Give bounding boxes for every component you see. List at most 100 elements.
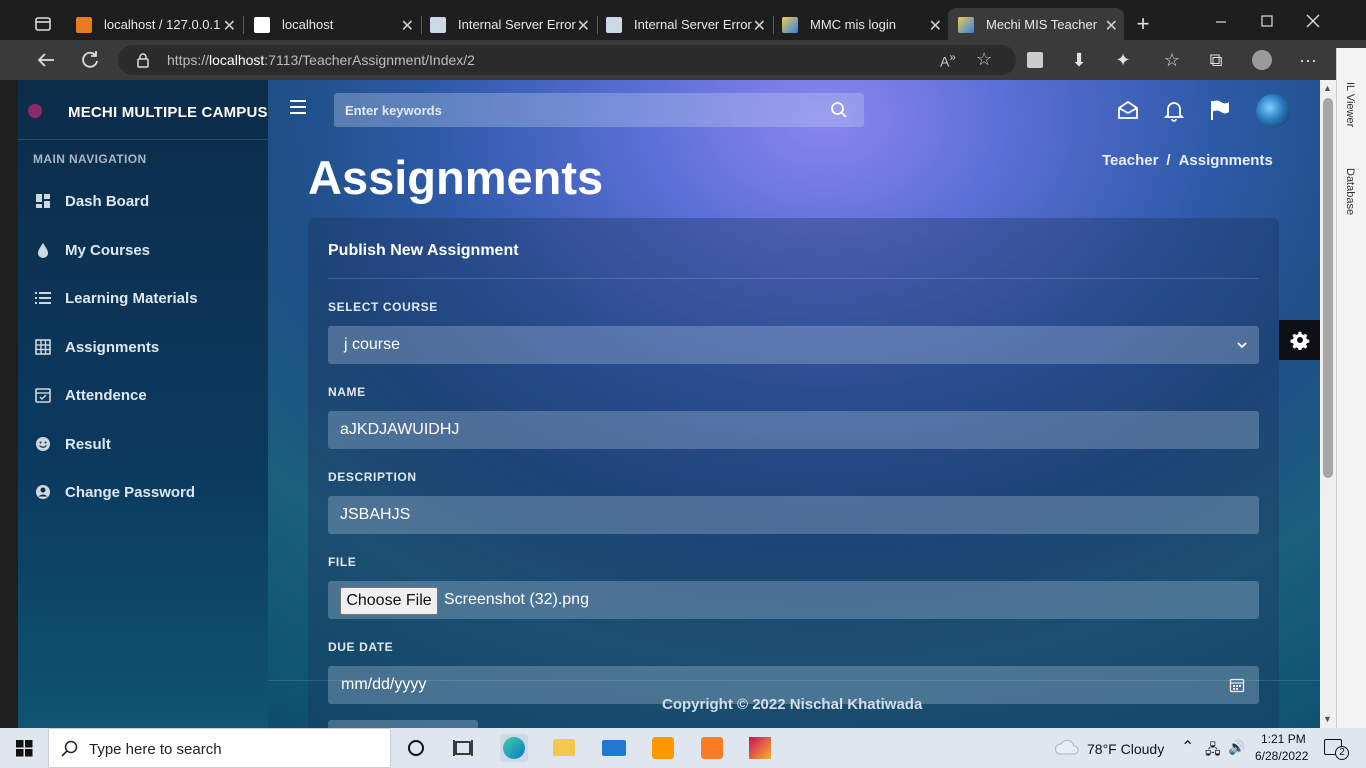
drop-icon	[33, 240, 53, 260]
page-title: Assignments	[308, 151, 604, 204]
extension-button[interactable]	[1023, 48, 1047, 72]
address-bar[interactable]: https://localhost:7113/TeacherAssignment…	[118, 45, 1016, 75]
nav-header: MAIN NAVIGATION	[33, 152, 147, 166]
browser-tab[interactable]: MMC mis login ✕	[772, 8, 948, 41]
mail-app-button[interactable]	[600, 734, 628, 762]
sidebar: MECHI MULTIPLE CAMPUS MAIN NAVIGATION Da…	[18, 80, 268, 728]
gear-icon	[1290, 331, 1309, 350]
phpmyadmin-favicon-icon	[76, 16, 92, 33]
profile-button[interactable]	[1250, 48, 1274, 72]
dashboard-icon	[33, 191, 53, 211]
add-favorite-icon[interactable]: ☆	[976, 49, 992, 70]
close-icon	[1306, 14, 1320, 28]
scroll-thumb[interactable]	[1323, 98, 1333, 478]
scroll-down-icon[interactable]: ▼	[1323, 714, 1332, 724]
calendar-check-icon	[33, 385, 53, 405]
settings-button[interactable]	[1279, 320, 1320, 360]
sidebar-item-label: Result	[65, 435, 111, 453]
brand: MECHI MULTIPLE CAMPUS	[18, 80, 268, 140]
sidebar-item-learning-materials[interactable]: Learning Materials	[33, 283, 263, 313]
file-explorer-button[interactable]	[550, 734, 578, 762]
xampp-icon	[701, 737, 723, 759]
browser-tab-title: Internal Server Error	[458, 17, 576, 32]
tab-close-icon[interactable]: ✕	[223, 16, 236, 36]
downloads-button[interactable]: ⬇	[1067, 48, 1091, 72]
reload-icon	[82, 51, 98, 68]
il-viewer-tab[interactable]: IL Viewer	[1344, 82, 1356, 127]
scroll-up-icon[interactable]: ▲	[1323, 83, 1332, 93]
document-favicon-icon	[430, 16, 446, 33]
rider-button[interactable]	[746, 734, 774, 762]
choose-file-button[interactable]: Choose File	[340, 587, 438, 615]
task-view-icon[interactable]	[450, 734, 478, 762]
more-button[interactable]: ···	[1296, 48, 1320, 72]
tab-close-icon[interactable]: ✕	[1105, 16, 1118, 36]
close-window-button[interactable]	[1298, 10, 1328, 38]
side-panel: IL Viewer Database	[1336, 48, 1366, 728]
sidebar-item-my-courses[interactable]: My Courses	[33, 235, 263, 265]
download-icon: ⬇	[1071, 50, 1087, 70]
minimize-icon	[1216, 21, 1226, 23]
weather-text[interactable]: 78°F Cloudy	[1087, 741, 1164, 757]
tab-close-icon[interactable]: ✕	[577, 16, 590, 36]
windows-start-icon[interactable]	[16, 740, 33, 757]
bell-icon[interactable]	[1162, 98, 1186, 122]
browser-tab[interactable]: localhost / 127.0.0.1 ✕	[66, 8, 242, 41]
submit-button[interactable]	[328, 720, 478, 728]
network-icon[interactable]: 🖧	[1205, 739, 1221, 763]
sidebar-item-assignments[interactable]: Assignments	[33, 332, 263, 362]
name-label: NAME	[328, 385, 366, 399]
reload-button[interactable]	[78, 48, 102, 72]
page-scrollbar[interactable]: ▲ ▼	[1320, 80, 1336, 728]
tab-actions-button[interactable]	[28, 10, 58, 38]
chevron-up-icon[interactable]: ⌃	[1181, 737, 1194, 757]
sidebar-item-change-password[interactable]: Change Password	[33, 477, 263, 507]
maximize-button[interactable]	[1252, 10, 1282, 38]
footer-divider	[268, 680, 1320, 681]
back-arrow-icon	[37, 53, 54, 67]
name-field[interactable]: aJKDJAWUIDHJ	[328, 411, 1259, 449]
extensions-button[interactable]: ✦	[1111, 48, 1135, 72]
mail-icon[interactable]	[1116, 98, 1140, 122]
description-field[interactable]: JSBAHJS	[328, 496, 1259, 534]
cortana-icon[interactable]	[402, 734, 430, 762]
browser-tab[interactable]: Internal Server Error ✕	[420, 8, 596, 41]
avatar[interactable]	[1256, 94, 1290, 128]
collections-button[interactable]: ⧉	[1204, 48, 1228, 72]
edge-taskbar-button[interactable]	[500, 734, 528, 762]
xampp-button[interactable]	[698, 734, 726, 762]
browser-tab-active[interactable]: Mechi MIS Teacher ✕	[948, 8, 1124, 41]
campus-logo-icon	[28, 104, 42, 118]
browser-tab[interactable]: localhost ✕	[244, 8, 420, 41]
tab-close-icon[interactable]: ✕	[929, 16, 942, 36]
breadcrumb-item-teacher[interactable]: Teacher	[1102, 152, 1158, 169]
sidebar-item-result[interactable]: Result	[33, 429, 263, 459]
volume-icon[interactable]: 🔊	[1228, 739, 1245, 756]
sublime-text-button[interactable]	[649, 734, 677, 762]
database-tab[interactable]: Database	[1344, 168, 1356, 215]
clock-time[interactable]: 1:21 PM	[1261, 732, 1306, 746]
read-aloud-icon[interactable]: A»	[940, 51, 956, 70]
breadcrumb: Teacher / Assignments	[1102, 152, 1273, 169]
list-icon	[33, 288, 53, 308]
favorites-button[interactable]: ☆	[1160, 48, 1184, 72]
browser-tab[interactable]: Internal Server Error ✕	[596, 8, 772, 41]
menu-toggle-button[interactable]	[290, 100, 306, 114]
course-select[interactable]: j course	[328, 326, 1259, 364]
flag-icon[interactable]	[1208, 98, 1232, 122]
due-date-label: DUE DATE	[328, 640, 394, 654]
notifications-icon[interactable]: 2	[1324, 739, 1349, 760]
more-icon: ···	[1299, 50, 1317, 70]
search-icon[interactable]	[830, 101, 848, 119]
minimize-button[interactable]	[1206, 10, 1236, 38]
sidebar-item-dashboard[interactable]: Dash Board	[33, 186, 263, 216]
back-button[interactable]	[34, 48, 58, 72]
tab-close-icon[interactable]: ✕	[401, 16, 414, 36]
browser-tab-title: localhost / 127.0.0.1	[104, 17, 221, 32]
sidebar-item-attendence[interactable]: Attendence	[33, 380, 263, 410]
taskbar-search-input[interactable]: Type here to search	[48, 728, 391, 768]
tab-close-icon[interactable]: ✕	[753, 16, 766, 36]
search-input[interactable]: Enter keywords	[334, 93, 864, 127]
clock-date[interactable]: 6/28/2022	[1255, 749, 1308, 763]
new-tab-button[interactable]: +	[1128, 10, 1158, 38]
